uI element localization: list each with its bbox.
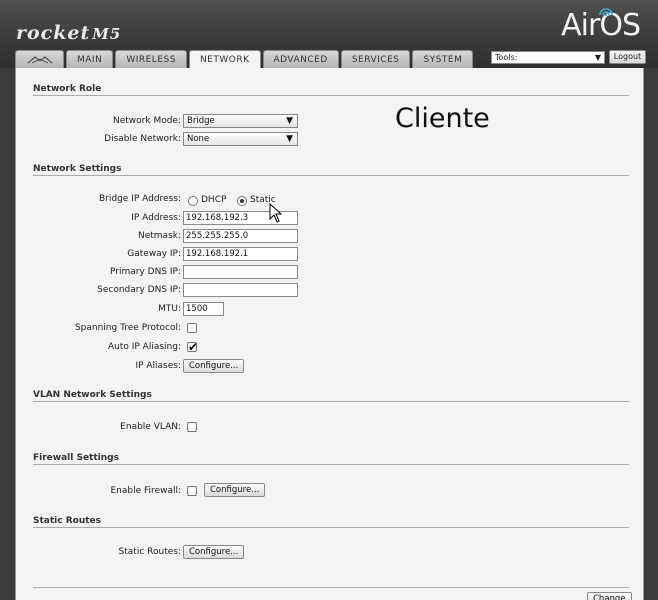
- ip-aliases-configure-button[interactable]: Configure...: [183, 359, 245, 373]
- enable-firewall-label: Enable Firewall:: [110, 486, 182, 496]
- brand-name: rocket: [16, 22, 91, 44]
- enable-vlan-label: Enable VLAN:: [120, 422, 181, 432]
- gateway-label: Gateway IP:: [127, 249, 181, 259]
- mtu-input[interactable]: 1500: [183, 302, 224, 316]
- section-network-settings-title: Network Settings: [33, 164, 122, 174]
- brand-model: M5: [92, 25, 122, 43]
- disable-network-row: Disable Network:: [16, 132, 181, 146]
- airos-logo: AirOS: [561, 8, 641, 43]
- network-mode-label: Network Mode:: [113, 116, 181, 126]
- tab-wireless[interactable]: WIRELESS: [115, 50, 187, 68]
- primary-dns-input[interactable]: [183, 265, 298, 279]
- network-mode-select[interactable]: Bridge ▼: [183, 114, 298, 128]
- disable-network-value: None: [187, 134, 210, 144]
- tab-advanced[interactable]: ADVANCED: [262, 50, 339, 68]
- static-routes-label: Static Routes:: [118, 547, 181, 557]
- content-panel: Network Role Network Mode: Bridge ▼ Disa…: [15, 68, 644, 600]
- network-mode-value: Bridge: [187, 116, 215, 126]
- tab-network[interactable]: NETWORK: [188, 50, 261, 69]
- ip-aliases-label: IP Aliases:: [135, 361, 181, 371]
- ip-address-label: IP Address:: [131, 213, 181, 223]
- section-network-role-title: Network Role: [33, 84, 102, 94]
- section-divider: [33, 401, 629, 402]
- stp-label: Spanning Tree Protocol:: [74, 323, 181, 333]
- secondary-dns-input[interactable]: [183, 283, 298, 297]
- firewall-configure-button[interactable]: Configure...: [204, 483, 266, 497]
- auto-ip-aliasing-label: Auto IP Aliasing:: [107, 342, 181, 352]
- section-divider: [33, 527, 629, 528]
- bridge-ip-label: Bridge IP Address:: [98, 194, 181, 204]
- gateway-input[interactable]: 192.168.192.1: [183, 247, 298, 261]
- tab-main[interactable]: MAIN: [66, 50, 114, 68]
- tools-dropdown[interactable]: Tools: ▼: [491, 51, 605, 64]
- section-divider: [33, 95, 629, 96]
- logout-button[interactable]: Logout: [609, 50, 646, 64]
- brand-logo: rocket M5: [16, 22, 121, 44]
- gateway-row: Gateway IP:: [16, 247, 181, 261]
- enable-firewall-row: Enable Firewall:: [16, 484, 182, 498]
- primary-dns-label: Primary DNS IP:: [110, 267, 181, 277]
- secondary-dns-label: Secondary DNS IP:: [97, 285, 181, 295]
- disable-network-label: Disable Network:: [104, 134, 181, 144]
- netmask-label: Netmask:: [137, 231, 181, 241]
- netmask-input[interactable]: 255.255.255.0: [183, 229, 298, 243]
- tools-dropdown-value: Tools:: [495, 53, 518, 62]
- mouse-cursor-icon: [269, 203, 283, 223]
- ip-aliases-row: IP Aliases:: [16, 359, 181, 373]
- section-firewall-title: Firewall Settings: [33, 453, 119, 463]
- tab-system[interactable]: SYSTEM: [412, 50, 474, 68]
- section-vlan-title: VLAN Network Settings: [33, 390, 152, 400]
- ubiquiti-logo-icon: [27, 55, 52, 63]
- main-tabs: MAIN WIRELESS NETWORK ADVANCED SERVICES …: [15, 50, 474, 69]
- bridge-ip-row: Bridge IP Address:: [16, 192, 181, 206]
- auto-ip-aliasing-row: Auto IP Aliasing:: [16, 340, 181, 354]
- top-header: rocket M5 AirOS MAIN WIRELESS NETWORK ADV…: [0, 0, 658, 69]
- netmask-row: Netmask:: [16, 229, 181, 243]
- dropdown-arrow-icon: ▼: [286, 116, 293, 126]
- enable-firewall-checkbox[interactable]: [187, 486, 197, 496]
- mtu-label: MTU:: [158, 304, 181, 314]
- static-radio[interactable]: [237, 196, 247, 206]
- signal-icon: [599, 8, 613, 17]
- tab-logo[interactable]: [15, 50, 64, 68]
- disable-network-select[interactable]: None ▼: [183, 132, 298, 146]
- static-routes-row: Static Routes:: [16, 545, 181, 559]
- stp-checkbox[interactable]: [187, 323, 197, 333]
- ip-address-row: IP Address:: [16, 211, 181, 225]
- enable-vlan-row: Enable VLAN:: [16, 420, 181, 434]
- section-divider: [33, 175, 629, 176]
- change-button[interactable]: Change: [587, 592, 632, 600]
- footer-divider: [33, 587, 629, 588]
- annotation-text: Cliente: [395, 103, 490, 134]
- dhcp-radio[interactable]: [188, 196, 198, 206]
- static-routes-configure-button[interactable]: Configure...: [183, 545, 245, 559]
- checkmark-icon: ✔: [188, 340, 199, 354]
- primary-dns-row: Primary DNS IP:: [16, 265, 181, 279]
- mtu-row: MTU:: [16, 302, 181, 316]
- dropdown-arrow-icon: ▼: [594, 53, 601, 62]
- secondary-dns-row: Secondary DNS IP:: [16, 283, 181, 297]
- section-divider: [33, 464, 629, 465]
- enable-vlan-checkbox[interactable]: [187, 422, 197, 432]
- stp-row: Spanning Tree Protocol:: [16, 321, 181, 335]
- auto-ip-aliasing-checkbox[interactable]: ✔: [187, 340, 199, 354]
- dhcp-label: DHCP: [201, 195, 227, 205]
- tab-services[interactable]: SERVICES: [340, 50, 411, 68]
- network-mode-row: Network Mode:: [16, 114, 181, 128]
- section-static-routes-title: Static Routes: [33, 516, 101, 526]
- dropdown-arrow-icon: ▼: [286, 134, 293, 144]
